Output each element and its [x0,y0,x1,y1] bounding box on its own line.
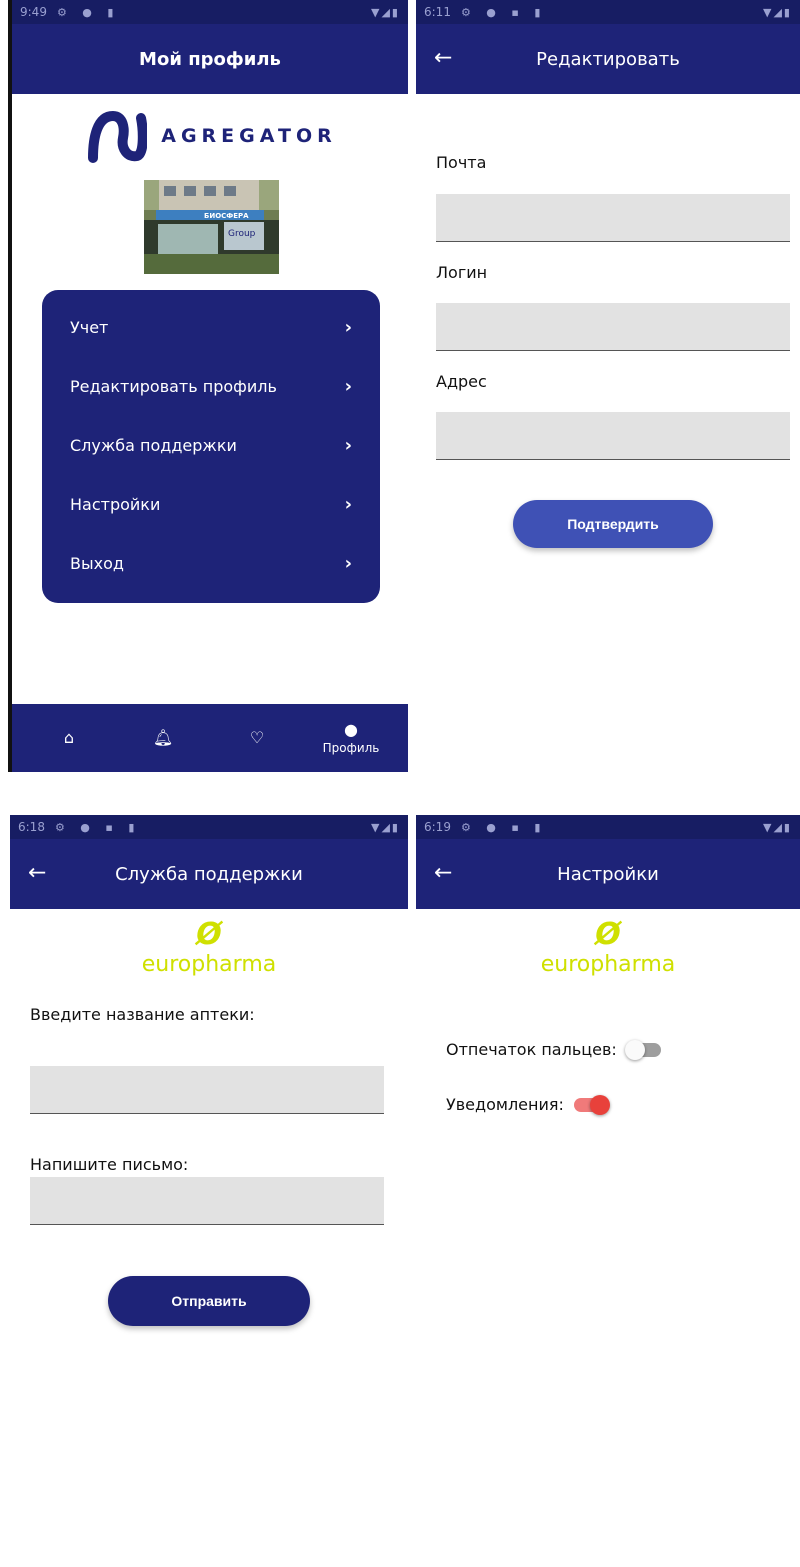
menu-item-label: Служба поддержки [70,436,237,455]
menu-item-settings[interactable]: Настройки › [42,475,380,534]
chevron-right-icon: › [344,435,352,456]
menu-item-label: Выход [70,554,124,573]
nav-favorites-button[interactable]: ♡ [227,730,287,746]
fingerprint-toggle[interactable] [624,1039,661,1060]
bell-icon: 🔔︎ [152,728,174,747]
notifications-row: Уведомления: [446,1094,610,1115]
menu-item-accounting[interactable]: Учет › [42,298,380,357]
toggle-knob [589,1094,610,1115]
page-title: Мой профиль [139,48,281,70]
status-time: 6:19 [424,820,451,834]
notifications-toggle[interactable] [573,1094,610,1115]
app-bar: ← Настройки [416,839,800,909]
app-bar: Мой профиль [12,24,408,94]
chevron-right-icon: › [344,376,352,397]
signal-battery-icon: ▼◢▮ [371,820,400,834]
brand-text: europharma [540,952,676,977]
bottom-nav: ⌂ 🔔︎ ♡ ● Профиль [12,704,408,772]
page-title: Редактировать [536,48,680,70]
app-bar: ← Служба поддержки [10,839,408,909]
status-bar: 6:18 ⚙ ● ▪ ▮ ▼◢▮ [10,815,408,839]
chevron-right-icon: › [344,553,352,574]
fingerprint-row: Отпечаток пальцев: [446,1039,661,1060]
email-label: Почта [436,153,487,172]
settings-screen: 6:19 ⚙ ● ▪ ▮ ▼◢▮ ← Настройки Ø europharm… [416,815,800,1567]
menu-item-logout[interactable]: Выход › [42,534,380,593]
login-field[interactable] [436,303,790,351]
menu-item-edit-profile[interactable]: Редактировать профиль › [42,357,380,416]
page-title: Настройки [557,863,659,885]
nav-home-button[interactable]: ⌂ [39,730,99,746]
heart-icon: ♡ [249,728,265,747]
pharmacy-name-label: Введите название аптеки: [30,1005,255,1024]
menu-item-label: Учет [70,318,109,337]
fingerprint-label: Отпечаток пальцев: [446,1040,617,1059]
brand-text: europharma [141,952,277,977]
europharma-mark-icon: Ø [595,917,621,952]
person-icon: ● [344,719,358,739]
profile-menu: Учет › Редактировать профиль › Служба по… [42,290,380,603]
signal-battery-icon: ▼◢▮ [763,5,792,19]
photo-sign-text: БИОСФЕРА [204,212,249,220]
nav-profile-button[interactable]: ● Профиль [321,719,381,755]
nav-profile-label: Профиль [322,740,380,755]
letter-field[interactable] [30,1177,384,1225]
menu-item-label: Редактировать профиль [70,377,277,396]
status-time: 6:18 [18,820,45,834]
toggle-knob [624,1039,645,1060]
europharma-logo: Ø europharma [10,917,408,978]
status-bar: 9:49 ⚙ ● ▮ ▼◢▮ [12,0,408,24]
signal-battery-icon: ▼◢▮ [371,5,400,19]
status-time: 6:11 [424,5,451,19]
edit-screen: 6:11 ⚙ ● ▪ ▮ ▼◢▮ ← Редактировать Почта Л… [416,0,800,772]
status-bar: 6:19 ⚙ ● ▪ ▮ ▼◢▮ [416,815,800,839]
confirm-button[interactable]: Подтвердить [513,500,713,548]
home-icon: ⌂ [63,728,75,747]
back-arrow-icon[interactable]: ← [434,45,452,70]
europharma-logo: Ø europharma [416,917,800,978]
menu-item-label: Настройки [70,495,161,514]
chevron-right-icon: › [344,317,352,338]
pharmacy-photo: БИОСФЕРА Group [144,180,279,274]
page-title: Служба поддержки [115,863,303,885]
status-icons: ⚙ ● ▪ ▮ [460,5,547,19]
europharma-mark-icon: Ø [196,917,222,952]
nav-notifications-button[interactable]: 🔔︎ [133,730,193,746]
agregator-logo: AGREGATOR [12,108,408,164]
support-screen: 6:18 ⚙ ● ▪ ▮ ▼◢▮ ← Служба поддержки Ø eu… [10,815,408,1567]
agregator-s-icon [88,110,148,163]
app-bar: ← Редактировать [416,24,800,94]
svg-text:Group: Group [228,229,256,239]
status-icons: ⚙ ● ▮ [56,5,120,19]
logo-text: AGREGATOR [161,125,337,147]
back-arrow-icon[interactable]: ← [434,860,452,885]
status-icons: ⚙ ● ▪ ▮ [54,820,141,834]
menu-item-support[interactable]: Служба поддержки › [42,416,380,475]
pharmacy-name-field[interactable] [30,1066,384,1114]
chevron-right-icon: › [344,494,352,515]
login-label: Логин [436,263,488,282]
email-field[interactable] [436,194,790,242]
status-time: 9:49 [20,5,47,19]
back-arrow-icon[interactable]: ← [28,860,46,885]
letter-label: Напишите письмо: [30,1155,189,1174]
notifications-label: Уведомления: [446,1095,564,1114]
address-label: Адрес [436,372,487,391]
status-bar: 6:11 ⚙ ● ▪ ▮ ▼◢▮ [416,0,800,24]
status-icons: ⚙ ● ▪ ▮ [460,820,547,834]
address-field[interactable] [436,412,790,460]
send-button[interactable]: Отправить [108,1276,310,1326]
profile-screen: 9:49 ⚙ ● ▮ ▼◢▮ Мой профиль AGREGATOR БИО… [10,0,408,772]
signal-battery-icon: ▼◢▮ [763,820,792,834]
